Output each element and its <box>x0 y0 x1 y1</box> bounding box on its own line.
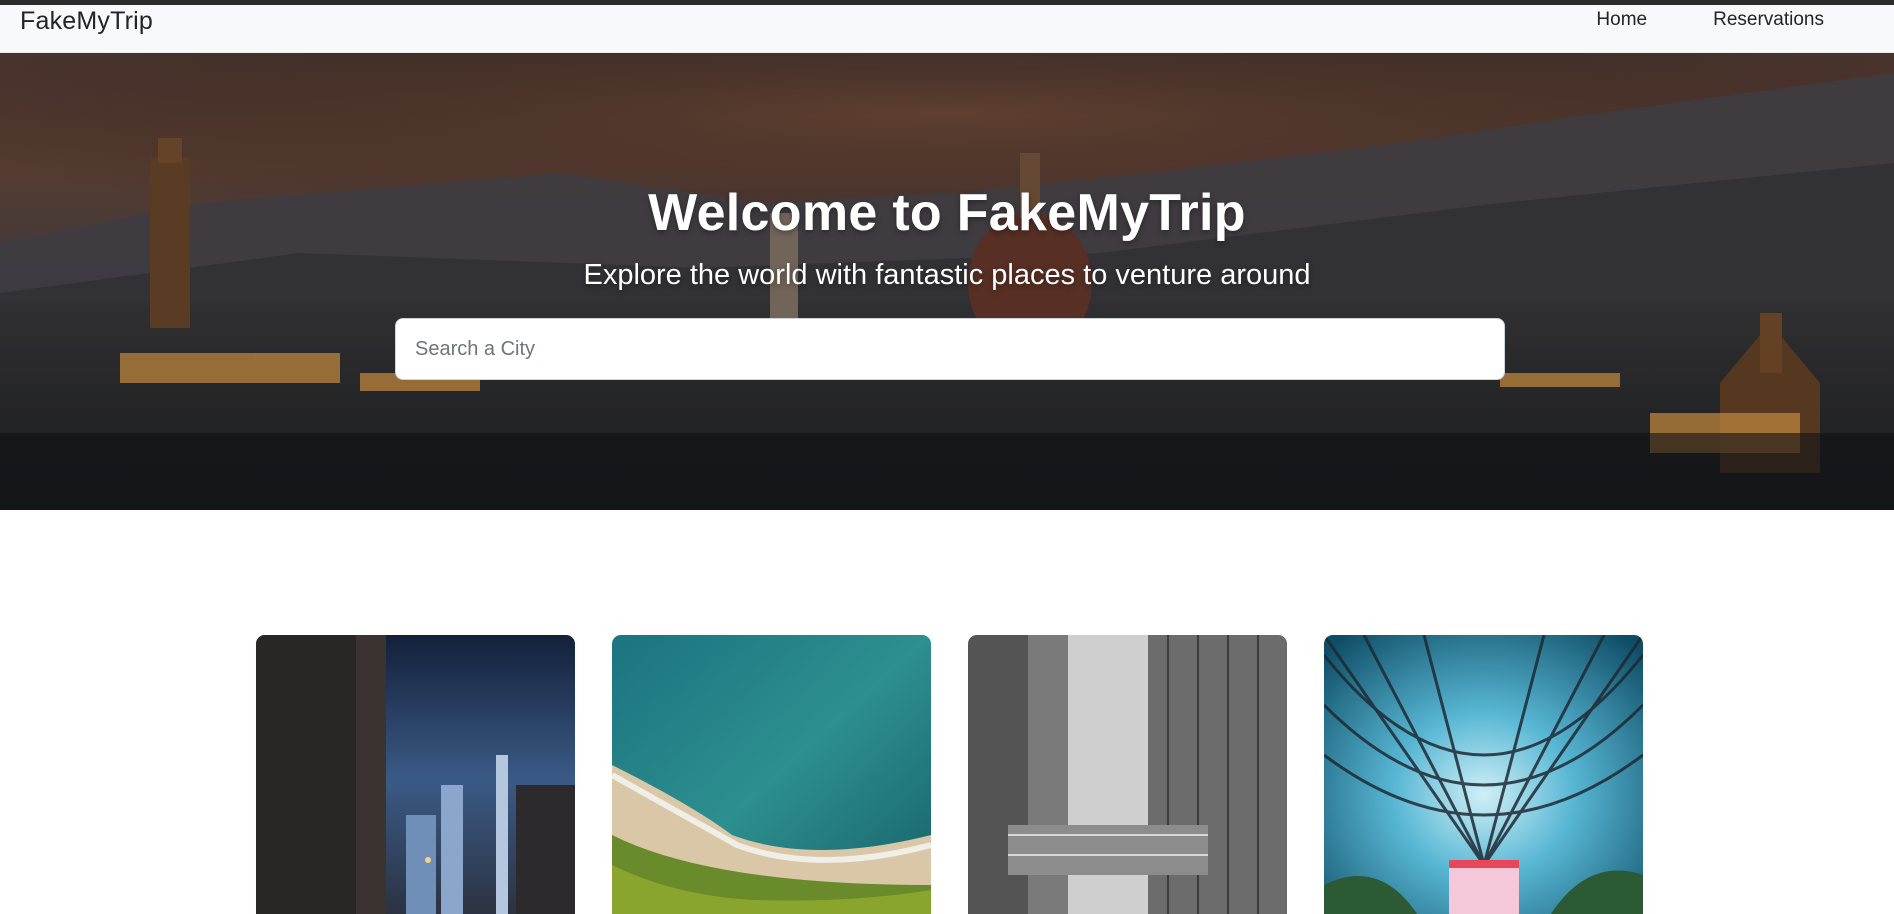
destination-card[interactable] <box>612 635 931 914</box>
city-street-night-photo <box>256 635 575 914</box>
hero-title: Welcome to FakeMyTrip <box>648 184 1246 242</box>
destination-card[interactable] <box>256 635 575 914</box>
hero-subtitle: Explore the world with fantastic places … <box>583 259 1311 291</box>
navbar: FakeMyTrip Home Reservations <box>0 5 1894 53</box>
hero-banner: Welcome to FakeMyTrip Explore the world … <box>0 53 1894 510</box>
nav-link-home[interactable]: Home <box>1596 9 1647 31</box>
destination-cards <box>256 635 1644 914</box>
city-search-input[interactable] <box>395 318 1505 380</box>
skyscrapers-skybridge-photo <box>968 635 1287 914</box>
nav-links: Home Reservations <box>1596 9 1824 31</box>
brand-logo[interactable]: FakeMyTrip <box>20 7 153 36</box>
destination-card[interactable] <box>968 635 1287 914</box>
destination-card[interactable] <box>1324 635 1643 914</box>
aerial-beach-coast-photo <box>612 635 931 914</box>
glass-dome-waterfall-photo <box>1324 635 1643 914</box>
nav-link-reservations[interactable]: Reservations <box>1713 9 1824 31</box>
